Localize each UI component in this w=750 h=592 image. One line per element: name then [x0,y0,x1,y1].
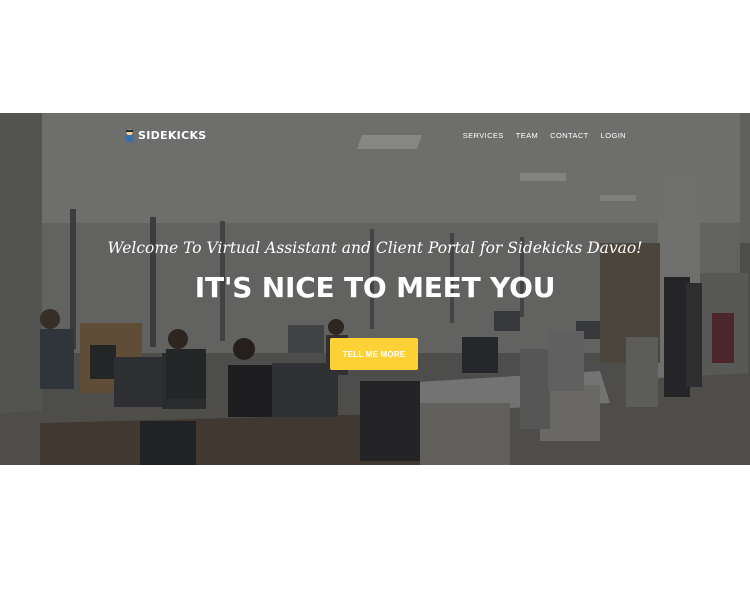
nav-link-contact[interactable]: CONTACT [550,131,589,140]
hero-lead-text: Welcome To Virtual Assistant and Client … [107,239,643,257]
sidekick-mascot-icon [125,129,134,142]
nav-link-services[interactable]: SERVICES [463,131,504,140]
nav-link-login[interactable]: LOGIN [601,131,626,140]
top-navbar: SIDEKICKS SERVICES TEAM CONTACT LOGIN [0,113,750,159]
brand-logo[interactable]: SIDEKICKS [124,129,207,142]
nav-menu: SERVICES TEAM CONTACT LOGIN [463,131,626,140]
hero-heading: IT'S NICE TO MEET YOU [194,271,556,304]
nav-link-team[interactable]: TEAM [516,131,538,140]
page: SIDEKICKS SERVICES TEAM CONTACT LOGIN We… [0,0,750,592]
hero-section: SIDEKICKS SERVICES TEAM CONTACT LOGIN We… [0,113,750,465]
tell-me-more-button[interactable]: TELL ME MORE [330,338,418,370]
brand-name: SIDEKICKS [138,129,207,142]
